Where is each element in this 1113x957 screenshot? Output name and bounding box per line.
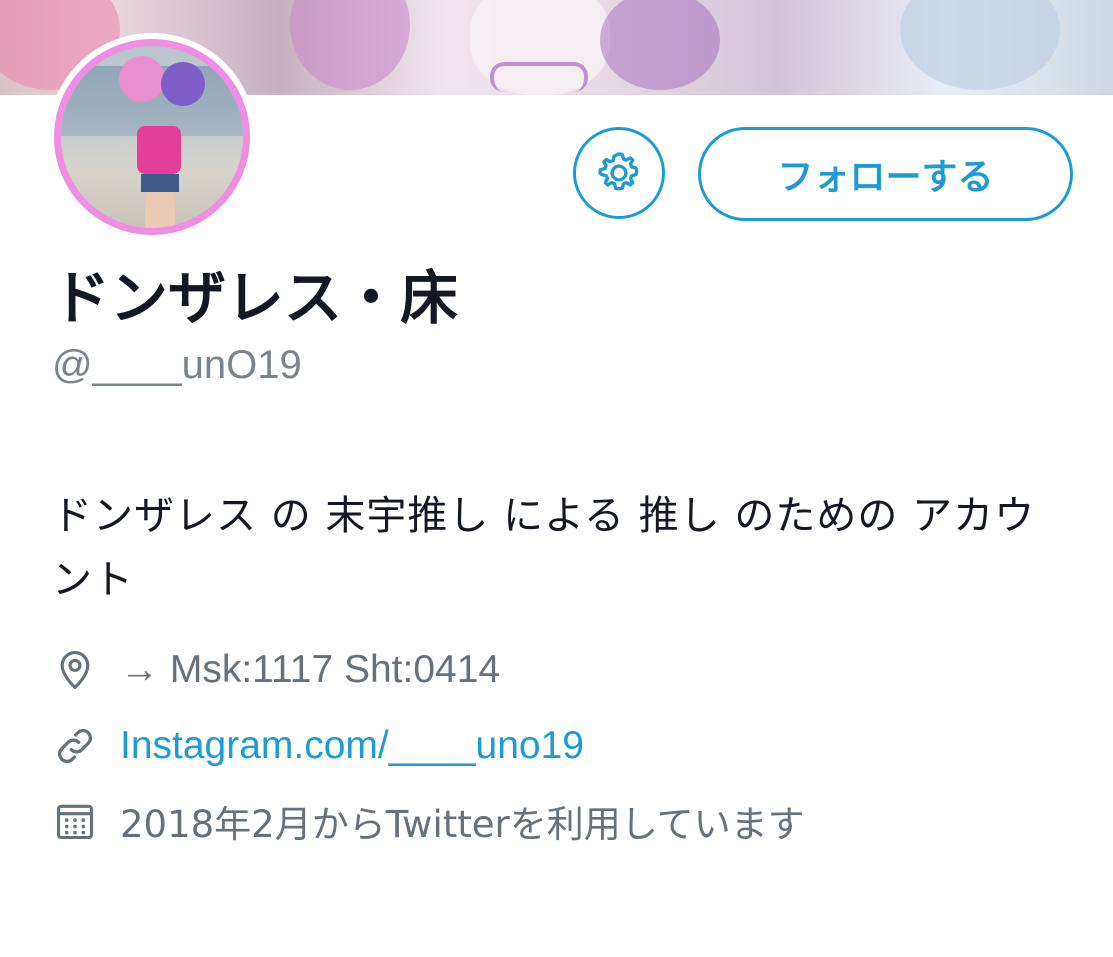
map-pin-icon — [52, 647, 98, 693]
location-text: → Msk:1117 Sht:0414 — [120, 648, 501, 691]
gear-icon — [598, 152, 639, 191]
profile-bio: ドンザレス の 末宇推し による 推し のための アカウント — [52, 493, 1036, 603]
display-name: ドンザレス・床 — [52, 264, 459, 332]
calendar-icon — [52, 798, 98, 844]
profile-join-date: 2018年2月からTwitterを利用しています — [52, 796, 805, 846]
profile-location: → Msk:1117 Sht:0414 — [52, 645, 500, 695]
profile-page: フォローする ドンザレス・床 @____unO19 ドンザレス の 末宇推し に… — [0, 0, 1113, 957]
avatar[interactable] — [48, 33, 256, 241]
follow-button[interactable]: フォローする — [698, 127, 1073, 221]
join-date-text: 2018年2月からTwitterを利用しています — [120, 803, 805, 846]
website-link[interactable]: Instagram.com/____uno19 — [120, 724, 584, 768]
settings-button[interactable] — [573, 127, 665, 219]
user-handle: @____unO19 — [52, 343, 302, 387]
profile-website[interactable]: Instagram.com/____uno19 — [52, 721, 584, 771]
avatar-photo — [61, 46, 243, 228]
link-icon — [52, 723, 98, 769]
